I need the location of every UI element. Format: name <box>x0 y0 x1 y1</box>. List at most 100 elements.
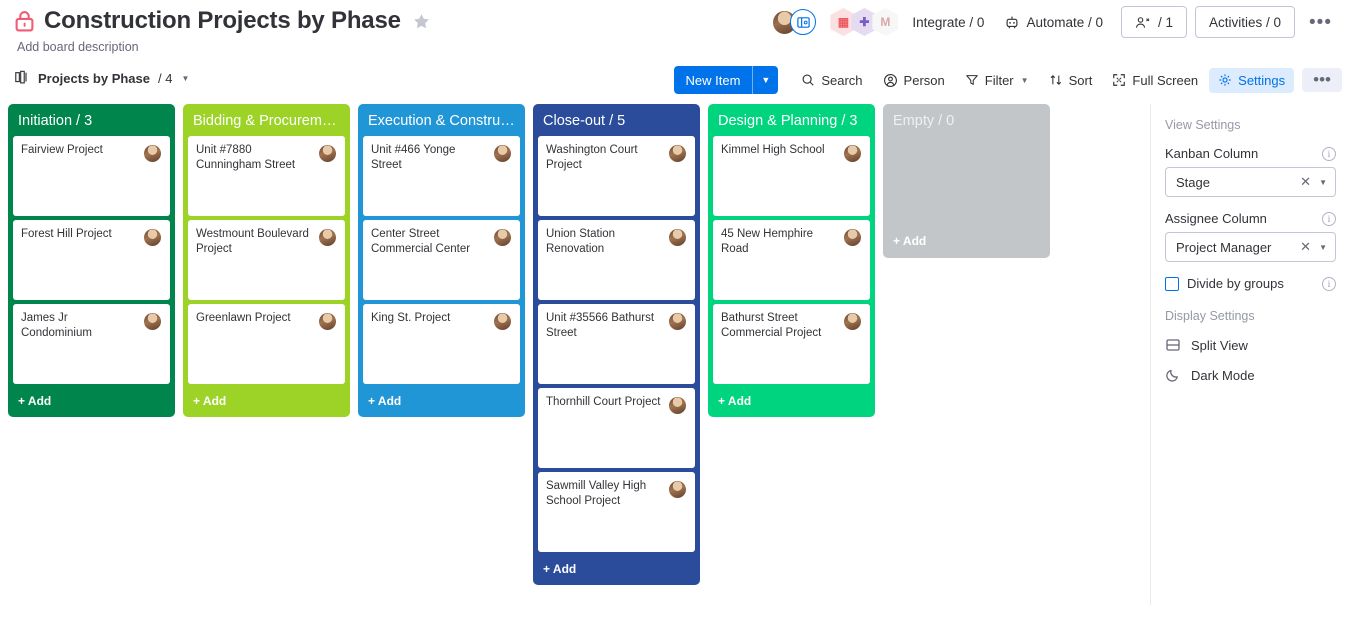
new-item-label: New Item <box>685 72 741 88</box>
person-icon <box>883 73 897 87</box>
assignee-avatar[interactable] <box>493 228 512 247</box>
kanban-card[interactable]: Westmount Boulevard Project <box>188 220 345 300</box>
assignee-column-label-row: Assignee Column i <box>1165 211 1336 226</box>
assignee-avatar[interactable] <box>493 144 512 163</box>
kanban-card[interactable]: Forest Hill Project <box>13 220 170 300</box>
kanban-card[interactable]: 45 New Hemphire Road <box>713 220 870 300</box>
automate-button[interactable]: Automate / 0 <box>994 8 1113 36</box>
kanban-column-title: Empty / 0 <box>893 113 955 129</box>
add-card-button[interactable]: + Add <box>888 228 931 252</box>
info-icon[interactable]: i <box>1322 146 1336 161</box>
kanban-card-title: Unit #7880 Cunningham Street <box>196 144 296 171</box>
activities-label: Activities / 0 <box>1209 14 1282 30</box>
kanban-card[interactable]: Unit #466 Yonge Street <box>363 136 520 216</box>
assignee-column-value: Project Manager <box>1176 239 1272 255</box>
add-card-button[interactable]: + Add <box>188 388 345 412</box>
assignee-avatar[interactable] <box>843 228 862 247</box>
kanban-card[interactable]: Unit #35566 Bathurst Street <box>538 304 695 384</box>
settings-label: Settings <box>1238 72 1286 88</box>
kanban-card-title: Greenlawn Project <box>196 312 291 324</box>
chevron-down-icon[interactable]: ▼ <box>1319 243 1327 252</box>
board-description[interactable]: Add board description <box>17 40 1336 54</box>
assignee-avatar[interactable] <box>668 144 687 163</box>
kanban-board: Initiation / 3 Fairview Project Forest Hil… <box>0 104 1350 605</box>
kanban-column: Initiation / 3 Fairview Project Forest Hil… <box>8 104 175 417</box>
kanban-card[interactable]: Union Station Renovation <box>538 220 695 300</box>
kanban-card[interactable]: Washington Court Project <box>538 136 695 216</box>
close-icon[interactable]: ✕ <box>1300 239 1311 255</box>
split-view-option[interactable]: Split View <box>1165 337 1336 353</box>
info-icon[interactable]: i <box>1322 211 1336 226</box>
filter-chevron-down-icon[interactable]: ▼ <box>1021 76 1029 85</box>
toolbar-more-button[interactable]: ••• <box>1302 68 1342 92</box>
kanban-card[interactable]: Center Street Commercial Center <box>363 220 520 300</box>
new-item-button[interactable]: New Item ▼ <box>673 66 779 94</box>
kanban-card[interactable]: Thornhill Court Project <box>538 388 695 468</box>
assignee-column-select[interactable]: Project Manager ✕ ▼ <box>1165 232 1336 262</box>
assignee-avatar[interactable] <box>143 144 162 163</box>
divide-by-groups-control[interactable]: Divide by groups <box>1165 276 1284 291</box>
person-button[interactable]: Person <box>874 68 954 93</box>
board-view-icon[interactable] <box>790 9 817 35</box>
funnel-icon <box>965 75 978 85</box>
sort-label: Sort <box>1068 72 1093 88</box>
info-icon[interactable]: i <box>1322 276 1336 291</box>
add-card-button[interactable]: + Add <box>13 388 170 412</box>
assignee-avatar[interactable] <box>843 312 862 331</box>
assignee-avatar[interactable] <box>668 312 687 331</box>
assignee-avatar[interactable] <box>668 228 687 247</box>
gmail-hex[interactable]: M <box>872 8 899 36</box>
assignee-avatar[interactable] <box>318 144 337 163</box>
kanban-column-select[interactable]: Stage ✕ ▼ <box>1165 167 1336 197</box>
person-label: Person <box>903 72 945 88</box>
activities-button[interactable]: Activities / 0 <box>1195 6 1296 38</box>
filter-button[interactable]: Filter ▼ <box>956 68 1038 93</box>
add-card-button[interactable]: + Add <box>713 388 870 412</box>
assignee-avatar[interactable] <box>493 312 512 331</box>
kanban-card[interactable]: Unit #7880 Cunningham Street <box>188 136 345 216</box>
kanban-card[interactable]: Fairview Project <box>13 136 170 216</box>
kanban-column: Empty / 0 + Add <box>883 104 1050 258</box>
assignee-avatar[interactable] <box>143 228 162 247</box>
chevron-down-icon[interactable]: ▼ <box>181 74 189 83</box>
assignee-avatar[interactable] <box>843 144 862 163</box>
kanban-card-title: James Jr Condominium <box>21 312 92 339</box>
assignee-avatar[interactable] <box>318 228 337 247</box>
settings-button[interactable]: Settings <box>1209 67 1295 93</box>
assignee-avatar[interactable] <box>668 480 687 499</box>
view-tab-projects-by-phase[interactable]: Projects by Phase / 4 ▼ <box>14 66 189 86</box>
kanban-card-title: Kimmel High School <box>721 144 825 156</box>
people-icon <box>1135 16 1150 28</box>
dark-mode-option[interactable]: Dark Mode <box>1165 367 1336 383</box>
new-item-chevron-down-icon[interactable]: ▼ <box>753 66 778 94</box>
kanban-column-title: Bidding & Procurement / 3 <box>193 113 345 129</box>
kanban-card[interactable]: Kimmel High School <box>713 136 870 216</box>
kanban-card[interactable]: James Jr Condominium <box>13 304 170 384</box>
add-card-button[interactable]: + Add <box>538 556 695 580</box>
divide-by-groups-checkbox[interactable] <box>1165 276 1179 291</box>
header-more-button[interactable]: ••• <box>1295 13 1342 32</box>
assignee-column-select-controls: ✕ ▼ <box>1300 239 1327 255</box>
close-icon[interactable]: ✕ <box>1300 174 1311 190</box>
kanban-column-title: Execution & Constructio... <box>368 113 520 129</box>
kanban-card[interactable]: King St. Project <box>363 304 520 384</box>
assignee-avatar[interactable] <box>143 312 162 331</box>
add-card-button[interactable]: + Add <box>363 388 520 412</box>
assignee-avatar[interactable] <box>668 396 687 415</box>
fullscreen-button[interactable]: Full Screen <box>1103 68 1207 93</box>
search-button[interactable]: Search <box>792 68 871 93</box>
assignee-avatar[interactable] <box>318 312 337 331</box>
integrate-button[interactable]: Integrate / 0 <box>902 9 994 36</box>
kanban-card-title: Union Station Renovation <box>546 228 616 255</box>
kanban-card-title: 45 New Hemphire Road <box>721 228 814 255</box>
invite-members-button[interactable]: / 1 <box>1120 6 1187 38</box>
kanban-card-title: Sawmill Valley High School Project <box>546 480 647 507</box>
board-toolbar: Projects by Phase / 4 ▼ New Item ▼ Searc… <box>0 66 1350 104</box>
kanban-column-label-row: Kanban Column i <box>1165 146 1336 161</box>
kanban-card[interactable]: Bathurst Street Commercial Project <box>713 304 870 384</box>
kanban-card[interactable]: Sawmill Valley High School Project <box>538 472 695 552</box>
kanban-card[interactable]: Greenlawn Project <box>188 304 345 384</box>
star-icon[interactable] <box>412 12 431 31</box>
chevron-down-icon[interactable]: ▼ <box>1319 178 1327 187</box>
sort-button[interactable]: Sort <box>1040 68 1102 93</box>
